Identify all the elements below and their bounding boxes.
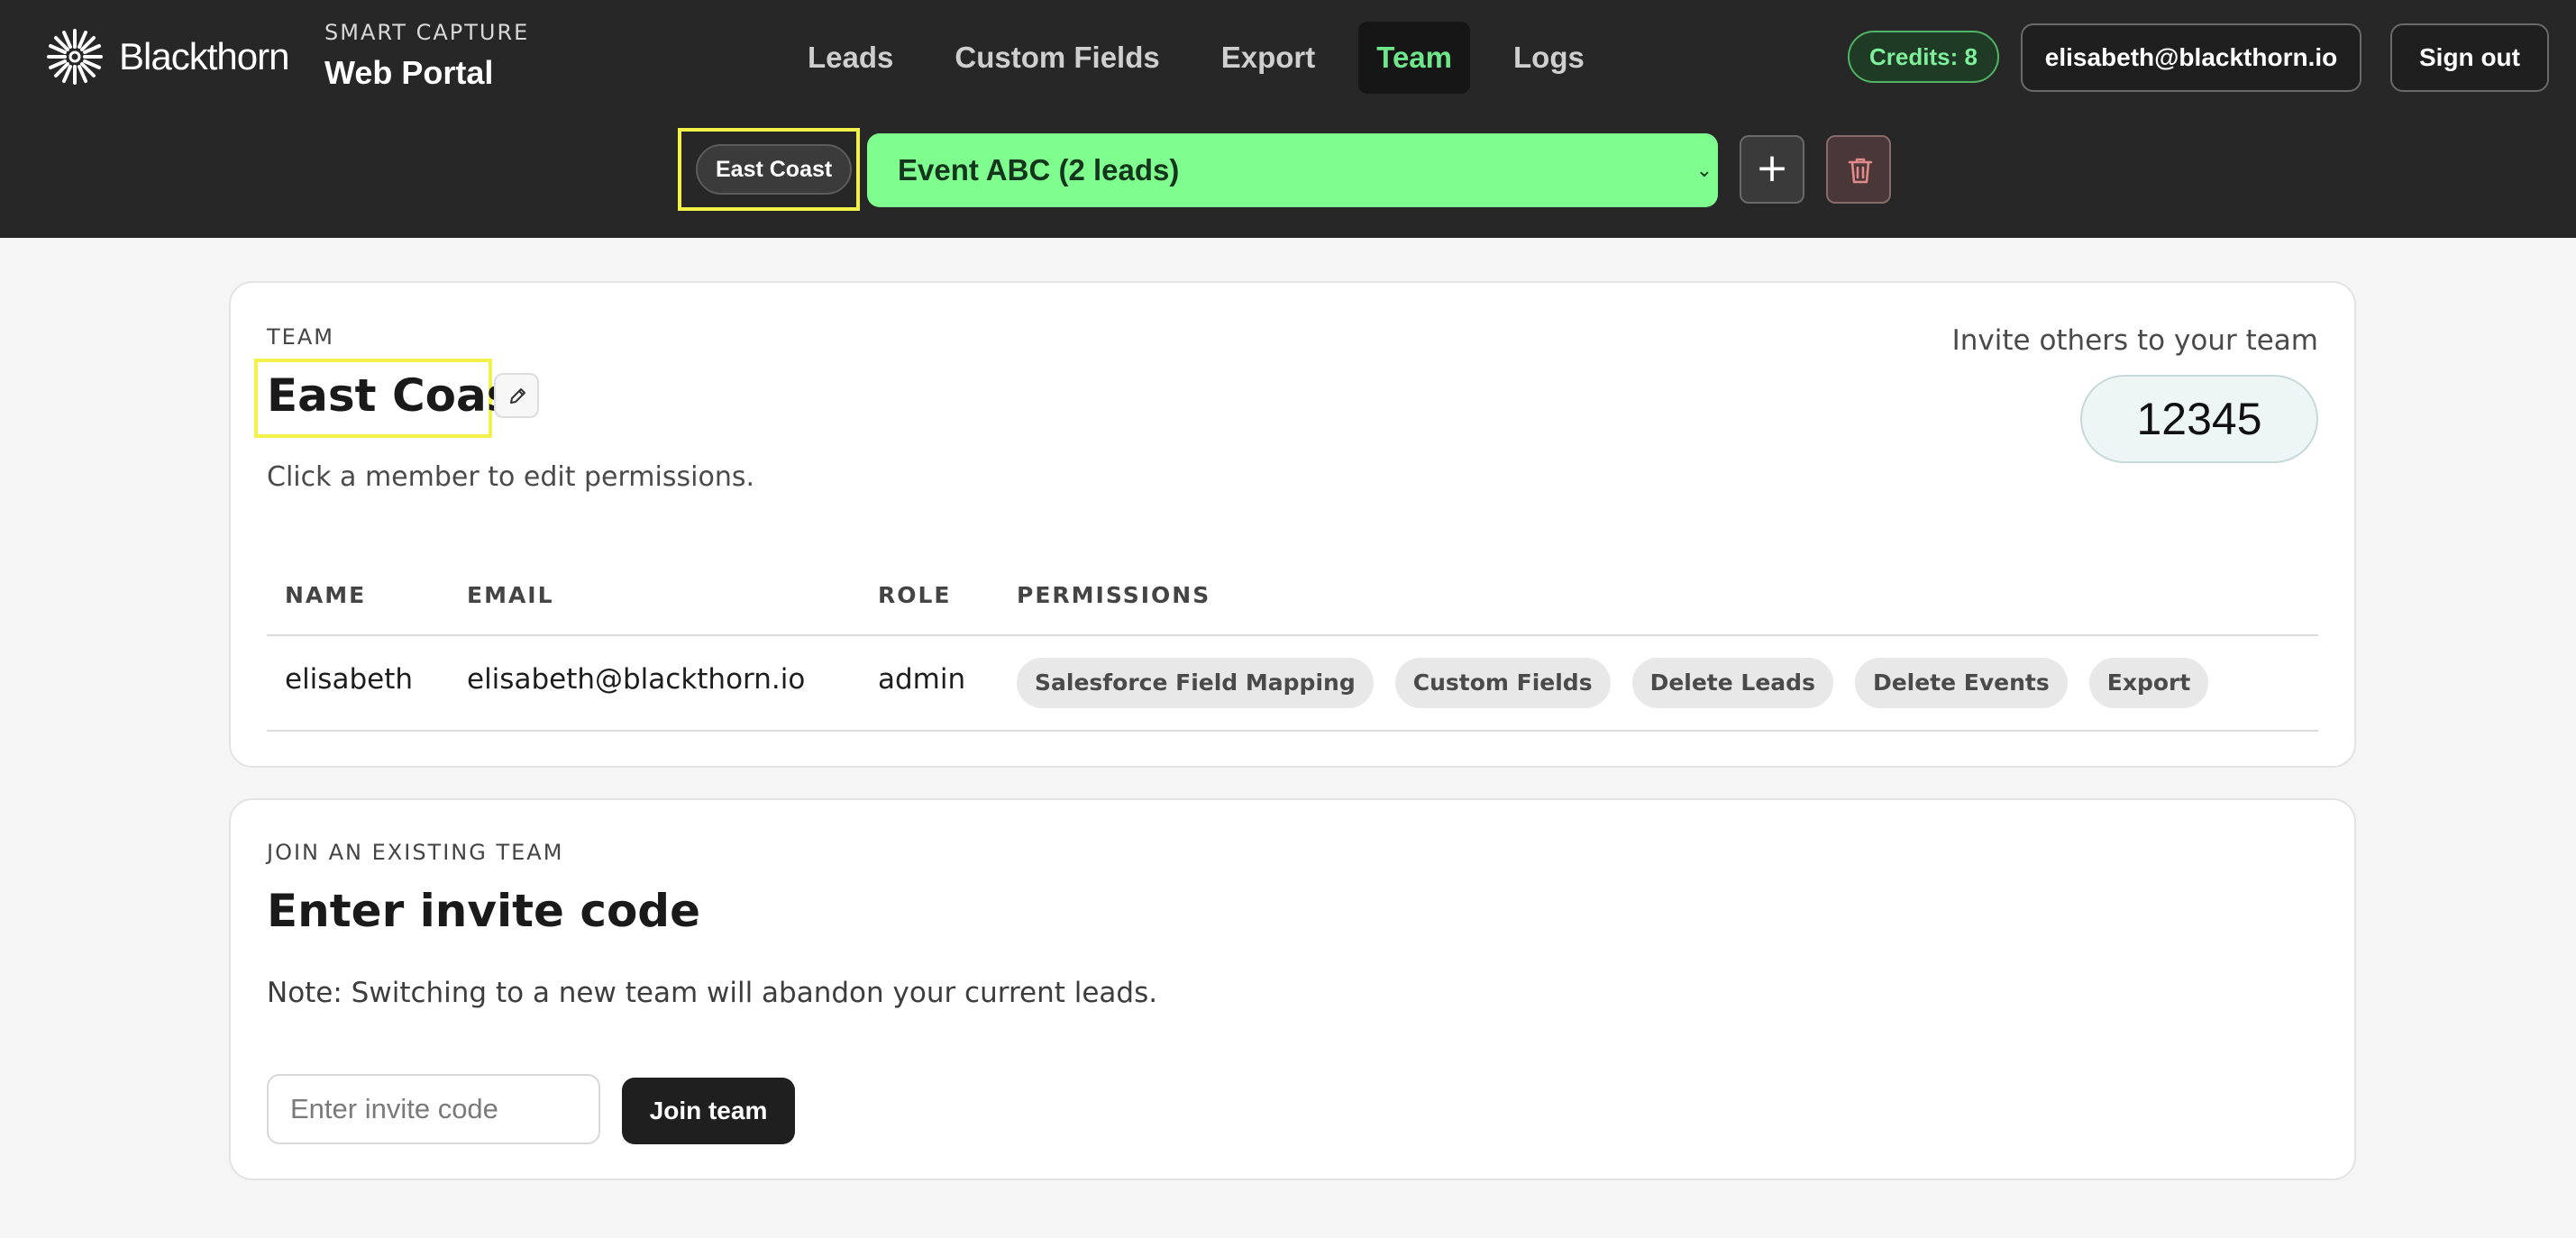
edit-team-name-button[interactable] bbox=[494, 373, 539, 418]
user-account-button[interactable]: elisabeth@blackthorn.io bbox=[2021, 23, 2361, 92]
column-email: EMAIL bbox=[467, 582, 554, 608]
invite-label: Invite others to your team bbox=[1951, 324, 2318, 357]
portal-title: Web Portal bbox=[324, 54, 494, 91]
nav-logs[interactable]: Logs bbox=[1495, 22, 1603, 94]
member-name: elisabeth bbox=[285, 663, 413, 696]
permission-badge: Salesforce Field Mapping bbox=[1017, 658, 1374, 708]
nav-export[interactable]: Export bbox=[1203, 22, 1334, 94]
permission-list: Salesforce Field Mapping Custom Fields D… bbox=[1017, 658, 2209, 708]
brand-name: Blackthorn bbox=[119, 35, 289, 77]
permission-badge: Delete Leads bbox=[1631, 658, 1833, 708]
event-select-value: Event ABC (2 leads) bbox=[898, 153, 1180, 187]
event-select[interactable]: Event ABC (2 leads) ⌄ bbox=[867, 133, 1718, 207]
sign-out-button[interactable]: Sign out bbox=[2390, 23, 2549, 92]
member-role: admin bbox=[878, 663, 966, 696]
nav-custom-fields[interactable]: Custom Fields bbox=[936, 22, 1177, 94]
top-header: Blackthorn SMART CAPTURE Web Portal Lead… bbox=[0, 0, 2576, 238]
chevron-down-icon: ⌄ bbox=[1695, 159, 1713, 181]
starburst-logo-icon bbox=[47, 29, 103, 85]
permissions-hint: Click a member to edit permissions. bbox=[267, 461, 754, 493]
join-title: Enter invite code bbox=[267, 885, 701, 937]
portal-subtitle: SMART CAPTURE bbox=[324, 20, 530, 45]
pencil-icon bbox=[510, 388, 525, 404]
join-eyebrow: JOIN AN EXISTING TEAM bbox=[267, 840, 564, 865]
trash-icon bbox=[1848, 158, 1873, 184]
column-role: ROLE bbox=[878, 582, 952, 608]
table-header: NAME EMAIL ROLE PERMISSIONS bbox=[267, 568, 2318, 636]
column-permissions: PERMISSIONS bbox=[1017, 582, 1211, 608]
nav-leads[interactable]: Leads bbox=[790, 22, 911, 94]
permission-badge: Delete Events bbox=[1854, 658, 2068, 708]
main-nav: Leads Custom Fields Export Team Logs bbox=[790, 22, 1603, 94]
delete-event-button[interactable] bbox=[1826, 135, 1891, 204]
join-warning-note: Note: Switching to a new team will aband… bbox=[267, 977, 1158, 1009]
permission-badge: Export bbox=[2088, 658, 2209, 708]
column-name: NAME bbox=[285, 582, 367, 608]
nav-team[interactable]: Team bbox=[1358, 22, 1471, 94]
team-card: TEAM East Coast Click a member to edit p… bbox=[229, 281, 2356, 768]
credits-badge: Credits: 8 bbox=[1848, 31, 1999, 83]
portal-title-block: SMART CAPTURE Web Portal bbox=[324, 20, 529, 92]
team-chip-highlight: East Coast bbox=[678, 128, 860, 211]
plus-icon: + bbox=[1755, 145, 1789, 191]
invite-code-input[interactable] bbox=[267, 1074, 600, 1144]
table-row[interactable]: elisabeth elisabeth@blackthorn.io admin … bbox=[267, 636, 2318, 732]
team-chip[interactable]: East Coast bbox=[696, 144, 853, 195]
member-email: elisabeth@blackthorn.io bbox=[467, 663, 806, 696]
add-event-button[interactable]: + bbox=[1740, 135, 1804, 204]
invite-code-pill[interactable]: 12345 bbox=[2080, 375, 2318, 463]
brand-logo[interactable]: Blackthorn bbox=[45, 27, 289, 86]
team-eyebrow: TEAM bbox=[267, 324, 334, 350]
permission-badge: Custom Fields bbox=[1394, 658, 1611, 708]
members-table: NAME EMAIL ROLE PERMISSIONS elisabeth el… bbox=[267, 568, 2318, 732]
join-team-button[interactable]: Join team bbox=[622, 1078, 795, 1144]
join-team-card: JOIN AN EXISTING TEAM Enter invite code … bbox=[229, 798, 2356, 1180]
